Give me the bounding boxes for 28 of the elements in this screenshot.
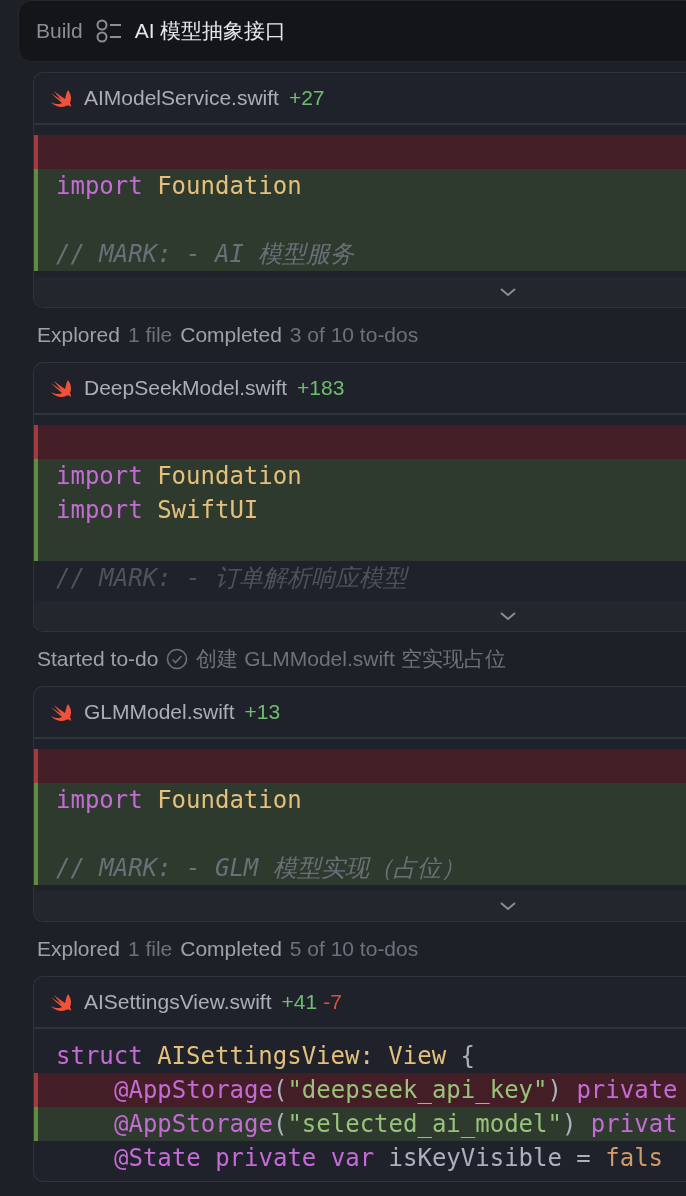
build-label: Build (36, 18, 83, 45)
additions-count: +183 (297, 375, 345, 402)
status-text: Completed (180, 322, 282, 349)
status-text: 3 of 10 to-dos (289, 322, 419, 349)
chevron-down-icon[interactable] (499, 287, 517, 297)
file-name: AIModelService.swift (84, 85, 279, 112)
chevron-down-icon[interactable] (499, 611, 517, 621)
status-text: Explored (37, 322, 120, 349)
additions-count: +41 (281, 989, 318, 1016)
chevron-down-icon[interactable] (499, 901, 517, 911)
code-line: struct AISettingsView: View { (55, 1041, 476, 1072)
status-text: Explored (37, 936, 120, 963)
additions-count: +13 (244, 699, 281, 726)
status-text: 1 file (127, 322, 173, 349)
status-text: 5 of 10 to-dos (289, 936, 419, 963)
status-text: 1 file (127, 936, 173, 963)
task-title: AI 模型抽象接口 (134, 18, 287, 45)
status-text: Started to-do (37, 646, 159, 673)
file-name: GLMModel.swift (84, 699, 235, 726)
additions-count: +27 (288, 85, 325, 112)
deletions-count: -7 (323, 989, 342, 1016)
file-name: DeepSeekModel.swift (84, 375, 288, 402)
status-text: Completed (180, 936, 282, 963)
list-icon (94, 18, 123, 44)
check-circle-icon (166, 648, 189, 670)
status-text: 创建 GLMModel.swift 空实现占位 (196, 646, 506, 673)
code-line: @State private var isKeyVisible = fals (113, 1143, 665, 1174)
file-name: AISettingsView.swift (84, 989, 272, 1016)
